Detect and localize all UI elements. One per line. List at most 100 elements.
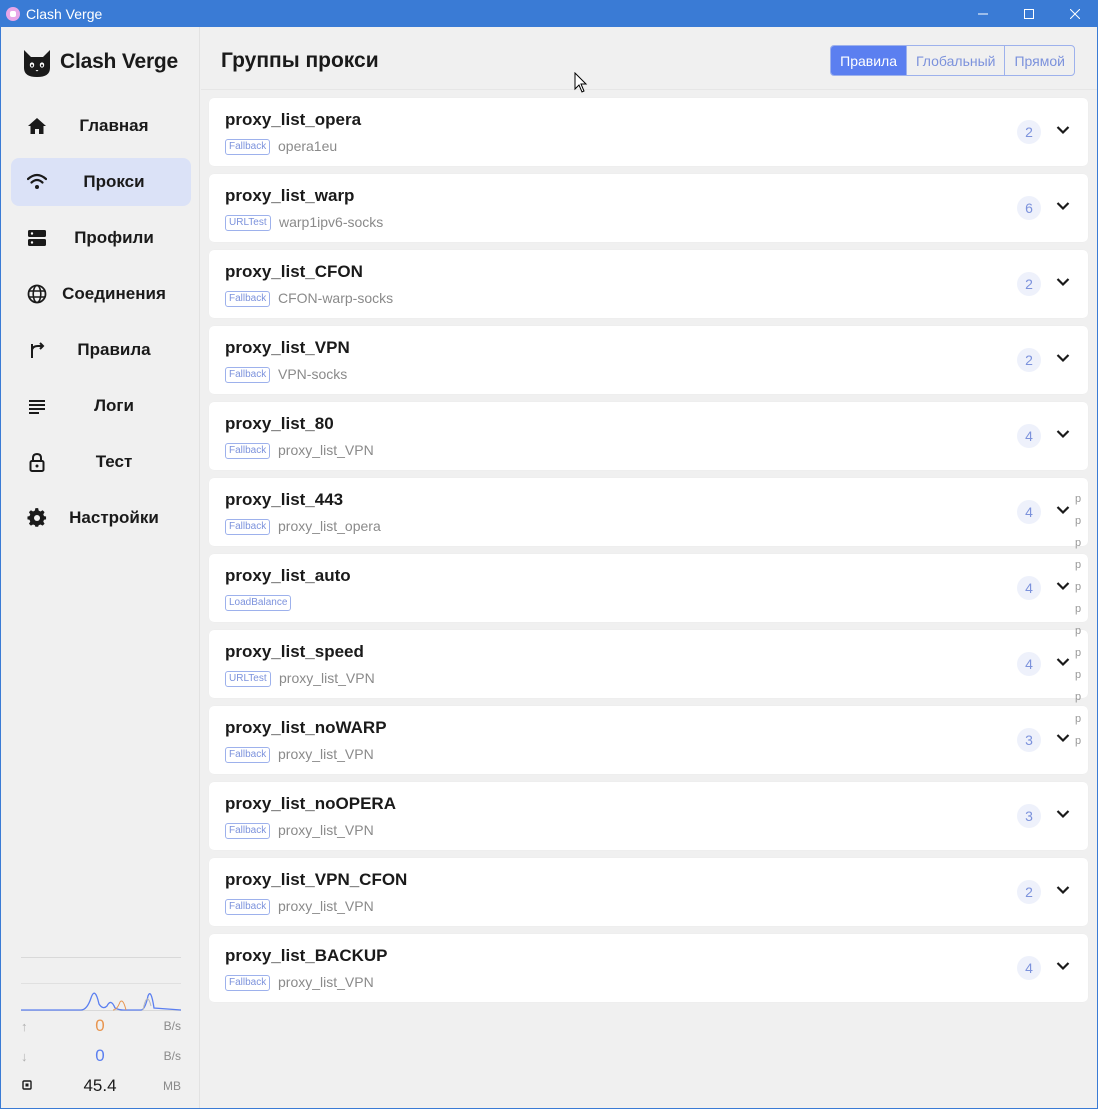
proxy-group-card[interactable]: proxy_list_VPN_CFON Fallback proxy_list_VP… [209,858,1088,926]
sidebar-nav: Главная Прокси Профили Соединения Правил… [11,102,191,550]
sidebar-item-test[interactable]: Тест [11,438,191,486]
chevron-down-icon[interactable] [1056,429,1070,439]
proxy-group-card[interactable]: proxy_list_noOPERA Fallback proxy_list_VPN… [209,782,1088,850]
list-icon [29,400,45,414]
proxy-count-badge: 4 [1017,424,1041,448]
proxy-count-badge: 4 [1017,576,1041,600]
index-letter[interactable]: p [1075,576,1085,598]
index-letter[interactable]: p [1075,708,1085,730]
proxy-group-current: proxy_list_VPN [278,746,374,762]
proxy-group-name: proxy_list_BACKUP [225,946,388,965]
index-letter-strip: pppppppppppp [1075,488,1085,752]
memory-value: 45.4 [83,1076,117,1095]
proxy-group-card[interactable]: proxy_list_CFON Fallback CFON-warp-socks 2 [209,250,1088,318]
proxy-group-name: proxy_list_opera [225,110,362,129]
index-letter[interactable]: p [1075,598,1085,620]
maximize-button[interactable] [1006,0,1052,27]
index-letter[interactable]: p [1075,642,1085,664]
memory-row: 45.4 MB [21,1071,181,1101]
proxy-group-name: proxy_list_noWARP [225,718,387,737]
chevron-down-icon[interactable] [1056,125,1070,135]
chevron-down-icon[interactable] [1056,505,1070,515]
proxy-group-current: proxy_list_VPN [278,898,374,914]
proxy-group-card[interactable]: proxy_list_opera Fallback opera1eu 2 [209,98,1088,166]
mode-direct-button[interactable]: Прямой [1005,46,1074,75]
upload-row: ↑ 0 B/s [21,1011,181,1041]
proxy-group-list: proxy_list_opera Fallback opera1eu 2 proxy_l… [209,98,1088,1010]
sidebar-item-proxies[interactable]: Прокси [11,158,191,206]
mode-global-button[interactable]: Глобальный [907,46,1006,75]
index-letter[interactable]: p [1075,620,1085,642]
chevron-down-icon[interactable] [1056,353,1070,363]
index-letter[interactable]: p [1075,730,1085,752]
gear-icon [27,508,47,527]
window-controls [960,0,1098,27]
proxy-group-current: proxy_list_VPN [278,442,374,458]
proxy-group-current: CFON-warp-socks [278,290,394,306]
proxy-group-card[interactable]: proxy_list_VPN Fallback VPN-socks 2 [209,326,1088,394]
proxy-count-badge: 4 [1017,956,1041,980]
logo-text: Clash Verge [60,50,179,73]
chevron-down-icon[interactable] [1056,885,1070,895]
proxy-group-name: proxy_list_warp [225,186,355,205]
window-title: Clash Verge [26,5,103,22]
download-row: ↓ 0 B/s [21,1041,181,1071]
chevron-down-icon[interactable] [1056,581,1070,591]
upload-unit: B/s [163,1019,181,1033]
proxy-group-card[interactable]: proxy_list_BACKUP Fallback proxy_list_VPN 4 [209,934,1088,1002]
minimize-button[interactable] [960,0,1006,27]
index-letter[interactable]: p [1075,510,1085,532]
proxy-group-name: proxy_list_auto [225,566,351,585]
mode-rule-button[interactable]: Правила [831,46,908,75]
index-letter[interactable]: p [1075,488,1085,510]
chevron-down-icon[interactable] [1056,277,1070,287]
sidebar-item-settings[interactable]: Настройки [11,494,191,542]
mode-switch: Правила Глобальный Прямой [830,45,1075,76]
sidebar-item-logs[interactable]: Логи [11,382,191,430]
proxy-group-card[interactable]: proxy_list_warp URLTest warp1ipv6-socks 6 [209,174,1088,242]
proxy-group-card[interactable]: proxy_list_noWARP Fallback proxy_list_VPN 3 [209,706,1088,774]
index-letter[interactable]: p [1075,686,1085,708]
sidebar-item-connections[interactable]: Соединения [11,270,191,318]
proxy-group-current: opera1eu [278,138,338,154]
proxy-count-badge: 4 [1017,652,1041,676]
close-icon [1070,8,1080,19]
sidebar-item-home[interactable]: Главная [11,102,191,150]
globe-icon [27,284,47,304]
close-button[interactable] [1052,0,1098,27]
proxy-group-type-badge: URLTest [225,215,271,231]
chevron-down-icon[interactable] [1056,733,1070,743]
memory-chip-icon [21,1079,41,1094]
index-letter[interactable]: p [1075,664,1085,686]
arrow-up-icon: ↑ [21,1018,28,1034]
chevron-down-icon[interactable] [1056,201,1070,211]
proxy-count-badge: 2 [1017,120,1041,144]
page-header: Группы прокси Правила Глобальный Прямой [201,27,1097,90]
memory-unit: MB [163,1079,181,1093]
chevron-down-icon[interactable] [1056,961,1070,971]
proxy-group-type-badge: URLTest [225,671,271,687]
proxy-group-card[interactable]: proxy_list_443 Fallback proxy_list_opera 4 [209,478,1088,546]
index-letter[interactable]: p [1075,532,1085,554]
proxy-group-type-badge: Fallback [225,899,271,915]
fork-icon [31,342,45,358]
proxy-count-badge: 2 [1017,348,1041,372]
chevron-down-icon[interactable] [1056,809,1070,819]
proxy-group-type-badge: Fallback [225,443,271,459]
upload-value: 0 [95,1016,105,1035]
proxy-group-type-badge: LoadBalance [225,595,292,611]
server-icon [28,230,46,246]
proxy-group-card[interactable]: proxy_list_80 Fallback proxy_list_VPN 4 [209,402,1088,470]
sidebar-item-profiles[interactable]: Профили [11,214,191,262]
proxy-group-card[interactable]: proxy_list_auto LoadBalance 4 [209,554,1088,622]
index-letter[interactable]: p [1075,554,1085,576]
proxy-count-badge: 6 [1017,196,1041,220]
proxy-group-type-badge: Fallback [225,747,271,763]
proxy-group-card[interactable]: proxy_list_speed URLTest proxy_list_VPN 4 [209,630,1088,698]
proxy-group-current: proxy_list_VPN [278,974,374,990]
sidebar: Clash Verge Главная Прокси Профили Соеди… [1,27,200,1108]
chevron-down-icon[interactable] [1056,657,1070,667]
minimize-icon [978,13,988,14]
sidebar-item-rules[interactable]: Правила [11,326,191,374]
proxy-group-type-badge: Fallback [225,139,271,155]
